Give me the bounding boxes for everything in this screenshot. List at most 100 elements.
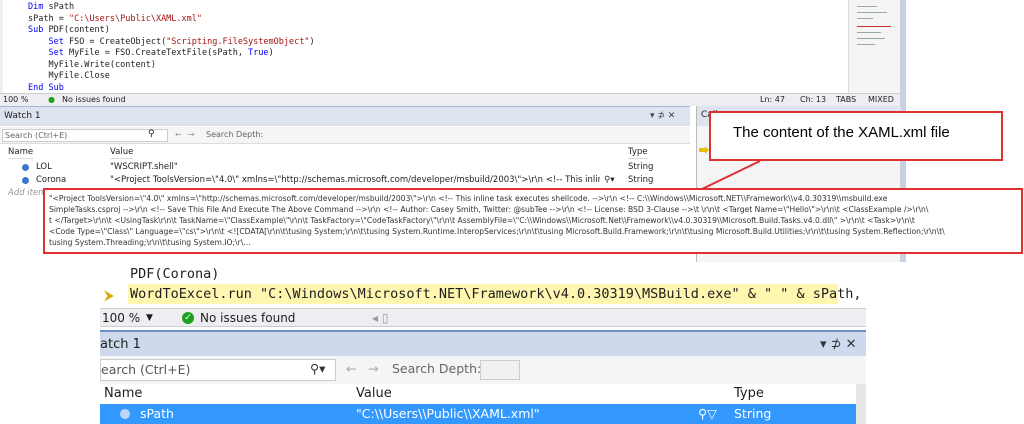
watch-name: LOL: [36, 162, 52, 172]
code-token: Set: [28, 48, 69, 58]
editor-margin: [0, 0, 3, 93]
code-line: MyFile.Close: [28, 70, 110, 82]
code-line: Sub PDF(content): [28, 24, 110, 36]
watch-title: atch 1: [100, 337, 141, 352]
column-number: Ch: 13: [800, 95, 827, 104]
magnifier-icon[interactable]: ⚲▽: [698, 406, 717, 421]
variable-icon: [120, 409, 130, 419]
forward-arrow-icon[interactable]: →: [368, 361, 378, 376]
watch-row-corona[interactable]: Corona "<Project ToolsVersion=\"4.0\" xm…: [0, 174, 690, 187]
code-line: PDF(Corona): [130, 266, 220, 282]
watch-type: String: [628, 175, 654, 185]
dropdown-icon[interactable]: ▼: [146, 313, 153, 323]
code-token: "Scripting.FileSystemObject": [166, 36, 310, 47]
code-lines: Dim sPath sPath = "C:\Users\Public\XAML.x…: [28, 1, 848, 93]
code-token: Sub: [28, 25, 49, 35]
code-line: Dim sPath: [28, 1, 74, 13]
watch-name: sPath: [140, 406, 174, 421]
code-line: Set FSO = CreateObject("Scripting.FileSy…: [28, 36, 315, 48]
xml-line: tusing System.Threading;\r\n\t\tusing Sy…: [49, 238, 251, 247]
column-header-name[interactable]: Name: [8, 145, 34, 159]
minimap[interactable]: [848, 0, 900, 93]
search-icon[interactable]: ⚲: [148, 129, 155, 139]
zoom-level[interactable]: 100 %: [102, 311, 140, 325]
xml-line: <Code Type=\"Class\" Language=\"cs\">\r\…: [49, 227, 945, 236]
code-token: sPath =: [28, 13, 69, 24]
watch-value: "<Project ToolsVersion=\"4.0\" xmlns=\"h…: [110, 175, 600, 185]
watch-search-bar-zoomed: earch (Ctrl+E) ⚲▾ ← → Search Depth:: [100, 356, 866, 384]
code-token: "C:\Users\Public\XAML.xml": [68, 13, 203, 24]
zoom-level[interactable]: 100 %: [3, 95, 28, 104]
code-line: MyFile.Write(content): [28, 59, 156, 71]
issues-status[interactable]: No issues found: [62, 95, 126, 104]
watch-search-input[interactable]: earch (Ctrl+E): [100, 359, 336, 381]
watch-row-spath[interactable]: sPath "C:\\Users\\Public\\XAML.xml" ⚲▽ S…: [100, 404, 856, 424]
editor-status-bar-zoomed: 100 % ▼ ✓ No issues found ◂ ▯: [100, 308, 866, 327]
code-token: Dim: [28, 2, 49, 12]
code-token: FSO = CreateObject(: [68, 36, 167, 47]
watch-value: "C:\\Users\\Public\\XAML.xml": [356, 406, 540, 421]
code-line-current: WordToExcel.run "C:\Windows\Microsoft.NE…: [130, 286, 866, 302]
watch-grid-zoomed: Name Value Type sPath "C:\\Users\\Public…: [100, 384, 866, 424]
code-line: Set MyFile = FSO.CreateTextFile(sPath, T…: [28, 47, 274, 59]
line-ending[interactable]: MIXED: [868, 95, 894, 104]
code-token: PDF(content): [48, 25, 110, 35]
search-depth-dropdown[interactable]: [480, 360, 520, 380]
code-editor-zoomed[interactable]: ⮞ PDF(Corona) WordToExcel.run "C:\Window…: [100, 262, 866, 308]
callout-annotation: The content of the XAML.xml file: [709, 111, 1003, 161]
variable-icon: [22, 164, 29, 171]
forward-arrow-icon[interactable]: →: [188, 130, 195, 139]
watch-search-bar: Search (Ctrl+E) ⚲ ← → Search Depth:: [0, 127, 690, 144]
watch-title: Watch 1: [4, 111, 41, 121]
watch-panel-title: Watch 1 ▾ ⊅ ✕: [0, 106, 690, 126]
code-token: Set: [28, 36, 69, 47]
code-token: ): [268, 48, 274, 58]
variable-icon: [22, 177, 29, 184]
column-header-value[interactable]: Value: [110, 145, 134, 159]
watch-panel-title-zoomed: atch 1 ▾ ⊅ ✕: [100, 330, 866, 356]
panel-controls-icon[interactable]: ▾ ⊅ ✕: [650, 111, 675, 121]
search-depth-label: Search Depth:: [206, 130, 264, 139]
xml-line: SimpleTasks.csproj -->\r\n <!-- Save Thi…: [49, 205, 929, 214]
code-editor[interactable]: Dim sPath sPath = "C:\Users\Public\XAML.x…: [0, 0, 848, 93]
xml-content-popup: "<Project ToolsVersion=\"4.0\" xmlns=\"h…: [43, 188, 1023, 254]
code-token: sPath: [48, 2, 75, 12]
code-token: ): [309, 36, 315, 47]
execution-arrow-icon: ⮞: [104, 288, 115, 304]
tabs-mode[interactable]: TABS: [836, 95, 856, 104]
watch-type: String: [628, 162, 654, 172]
editor-status-bar: 100 % ● No issues found Ln: 47 Ch: 13 TA…: [0, 93, 900, 106]
scroll-left-icon[interactable]: ◂ ▯: [372, 311, 388, 325]
code-token: End Sub: [28, 82, 64, 93]
code-token: True: [248, 48, 269, 58]
back-arrow-icon[interactable]: ←: [175, 130, 182, 139]
column-header-name[interactable]: Name: [104, 386, 142, 401]
code-line: sPath = "C:\Users\Public\XAML.xml": [28, 13, 202, 25]
column-header-type[interactable]: Type: [734, 386, 764, 401]
column-header-value[interactable]: Value: [356, 386, 392, 401]
panel-controls-icon[interactable]: ▾ ⊅ ✕: [820, 337, 857, 352]
current-frame-arrow-icon: [699, 146, 709, 154]
watch-name: Corona: [36, 175, 67, 185]
check-icon: ✓: [182, 312, 194, 324]
xml-line: "<Project ToolsVersion=\"4.0\" xmlns=\"h…: [49, 194, 888, 203]
back-arrow-icon[interactable]: ←: [346, 361, 356, 376]
watch-type: String: [734, 406, 772, 421]
code-token: MyFile.Write(content): [28, 59, 156, 70]
code-line: End Sub: [28, 82, 64, 94]
column-header-type[interactable]: Type: [628, 145, 648, 159]
watch-value: "WSCRIPT.shell": [110, 162, 178, 172]
check-icon: ●: [48, 95, 55, 104]
search-depth-label: Search Depth:: [392, 361, 482, 376]
issues-status[interactable]: No issues found: [200, 311, 295, 325]
code-token: MyFile.Close: [28, 71, 110, 81]
magnifier-icon[interactable]: ⚲▾: [604, 174, 615, 187]
watch-row-lol[interactable]: LOL "WSCRIPT.shell" String: [0, 161, 690, 174]
code-token: MyFile = FSO.CreateTextFile(sPath,: [68, 48, 249, 58]
search-icon[interactable]: ⚲▾: [310, 361, 325, 376]
watch-search-input[interactable]: Search (Ctrl+E): [2, 129, 168, 142]
vertical-scrollbar[interactable]: [856, 384, 866, 424]
bottom-screenshot: ⮞ PDF(Corona) WordToExcel.run "C:\Window…: [100, 262, 866, 424]
xml-line: t </Target>\r\n\t <UsingTask\r\n\t TaskN…: [49, 216, 915, 225]
line-number: Ln: 47: [760, 95, 785, 104]
